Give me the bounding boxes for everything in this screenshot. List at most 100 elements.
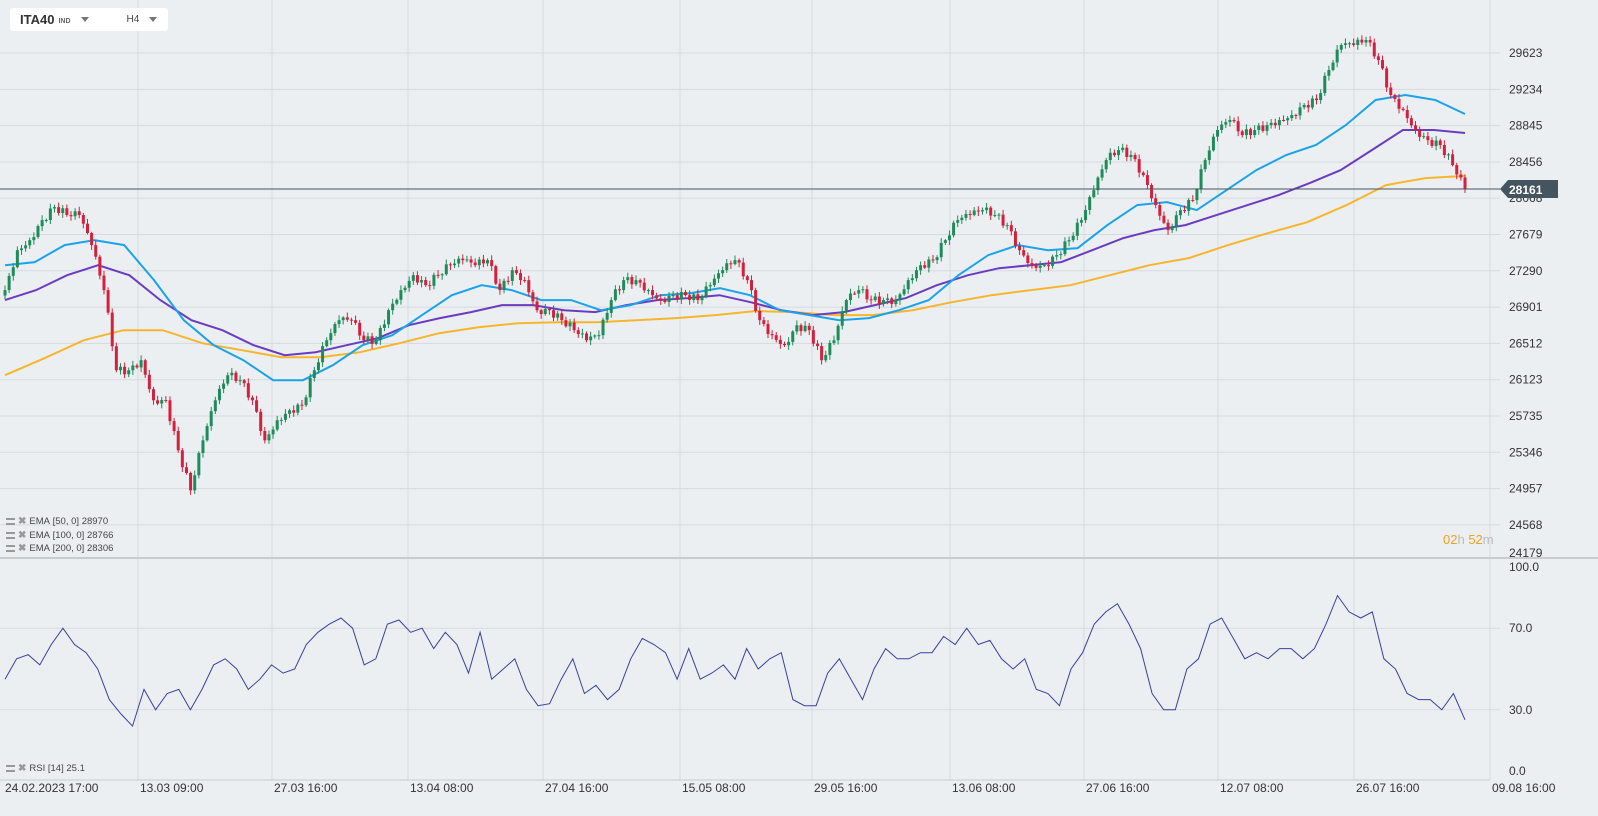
symbol-name[interactable]: ITA40 xyxy=(20,12,54,27)
price-tick-label: 24568 xyxy=(1509,518,1543,532)
candle-body xyxy=(118,366,122,371)
candle-body xyxy=(3,290,7,296)
candle-body xyxy=(1117,150,1121,156)
remove-icon[interactable]: ✖ xyxy=(18,763,26,774)
candle-body xyxy=(90,233,94,246)
chart-canvas[interactable]: 2962329234288452845628068276792729026901… xyxy=(0,0,1598,816)
candle-body xyxy=(1364,40,1368,43)
candle-body xyxy=(448,264,452,266)
symbol-dropdown-icon[interactable] xyxy=(80,17,89,22)
candle-body xyxy=(1187,199,1191,211)
candle-body xyxy=(754,290,758,311)
candle-body xyxy=(630,277,634,285)
candle-body xyxy=(193,475,197,491)
price-tick-label: 26512 xyxy=(1509,336,1543,350)
candle-body xyxy=(1034,265,1038,268)
symbol-type: IND xyxy=(58,17,71,25)
candle-body xyxy=(1009,225,1013,232)
candle-body xyxy=(1348,43,1352,45)
candle-body xyxy=(1145,175,1149,185)
candle-body xyxy=(176,431,180,451)
candle-body xyxy=(609,300,613,313)
candle-body xyxy=(989,207,993,216)
candle-body xyxy=(349,319,353,321)
candle-body xyxy=(271,429,275,435)
price-tick-label: 25346 xyxy=(1509,445,1543,459)
candle-body xyxy=(556,313,560,318)
candle-body xyxy=(576,330,580,335)
settings-icon[interactable] xyxy=(6,532,15,539)
settings-icon[interactable] xyxy=(6,765,15,772)
candle-body xyxy=(1203,160,1207,170)
candle-body xyxy=(873,296,877,301)
candle-body xyxy=(552,310,556,318)
candle-body xyxy=(432,274,436,286)
candle-body xyxy=(869,299,873,301)
candle-body xyxy=(1418,130,1422,137)
timeframe-select[interactable]: H4 xyxy=(127,14,140,25)
candle-body xyxy=(1150,184,1154,199)
candle-body xyxy=(923,265,927,268)
candle-body xyxy=(226,375,230,384)
candle-body xyxy=(94,245,98,257)
candle-body xyxy=(1199,169,1203,190)
candle-body xyxy=(1038,265,1042,268)
candle-body xyxy=(708,285,712,287)
candle-body xyxy=(527,280,531,293)
remove-icon[interactable]: ✖ xyxy=(18,530,26,541)
time-tick-label: 13.03 09:00 xyxy=(140,781,204,795)
axes: 2962329234288452845628068276792729026901… xyxy=(5,46,1556,795)
candle-body xyxy=(213,400,217,412)
candle-body xyxy=(1290,114,1294,119)
candle-body xyxy=(815,343,819,347)
settings-icon[interactable] xyxy=(6,545,15,552)
candle-body xyxy=(976,210,980,212)
candle-body xyxy=(415,275,419,283)
candle-body xyxy=(490,260,494,267)
candle-body xyxy=(151,389,155,401)
candle-body xyxy=(440,274,444,276)
candle-body xyxy=(947,235,951,241)
timeframe-dropdown-icon[interactable] xyxy=(149,17,158,22)
candle-body xyxy=(1463,177,1467,190)
candle-body xyxy=(824,355,828,361)
candle-body xyxy=(1079,220,1083,223)
remove-icon[interactable]: ✖ xyxy=(18,543,26,554)
candle-body xyxy=(1335,49,1339,63)
remove-icon[interactable]: ✖ xyxy=(18,516,26,527)
candle-body xyxy=(1426,136,1430,141)
candle-body xyxy=(1459,174,1463,178)
candle-body xyxy=(980,210,984,212)
candle-body xyxy=(762,320,766,324)
candle-body xyxy=(1352,43,1356,45)
candle-body xyxy=(44,219,48,221)
candle-body xyxy=(646,290,650,292)
candle-body xyxy=(622,280,626,291)
candle-body xyxy=(712,278,716,286)
time-tick-label: 13.04 08:00 xyxy=(410,781,474,795)
candle-body xyxy=(1112,152,1116,156)
candle-body xyxy=(741,262,745,277)
candle-body xyxy=(1158,205,1162,216)
candle-body xyxy=(168,400,172,422)
rsi-tick-label: 0.0 xyxy=(1509,764,1526,778)
candle-body xyxy=(857,290,861,294)
candle-body xyxy=(960,217,964,221)
candle-body xyxy=(725,263,729,271)
candle-body xyxy=(696,294,700,301)
candle-body xyxy=(486,260,490,264)
current-price-marker: 28161 xyxy=(0,180,1558,198)
candle-body xyxy=(57,207,61,214)
candle-body xyxy=(510,270,514,281)
candle-body xyxy=(1381,60,1385,69)
candle-body xyxy=(1240,131,1244,136)
candles xyxy=(3,35,1467,495)
candle-body xyxy=(605,312,609,320)
candle-body xyxy=(1220,124,1224,131)
settings-icon[interactable] xyxy=(6,518,15,525)
candle-body xyxy=(40,220,44,227)
candle-body xyxy=(444,264,448,275)
candle-body xyxy=(308,378,312,398)
legend-ema-200: ✖ EMA [200, 0] 28306 xyxy=(6,543,113,554)
candle-body xyxy=(539,310,543,315)
